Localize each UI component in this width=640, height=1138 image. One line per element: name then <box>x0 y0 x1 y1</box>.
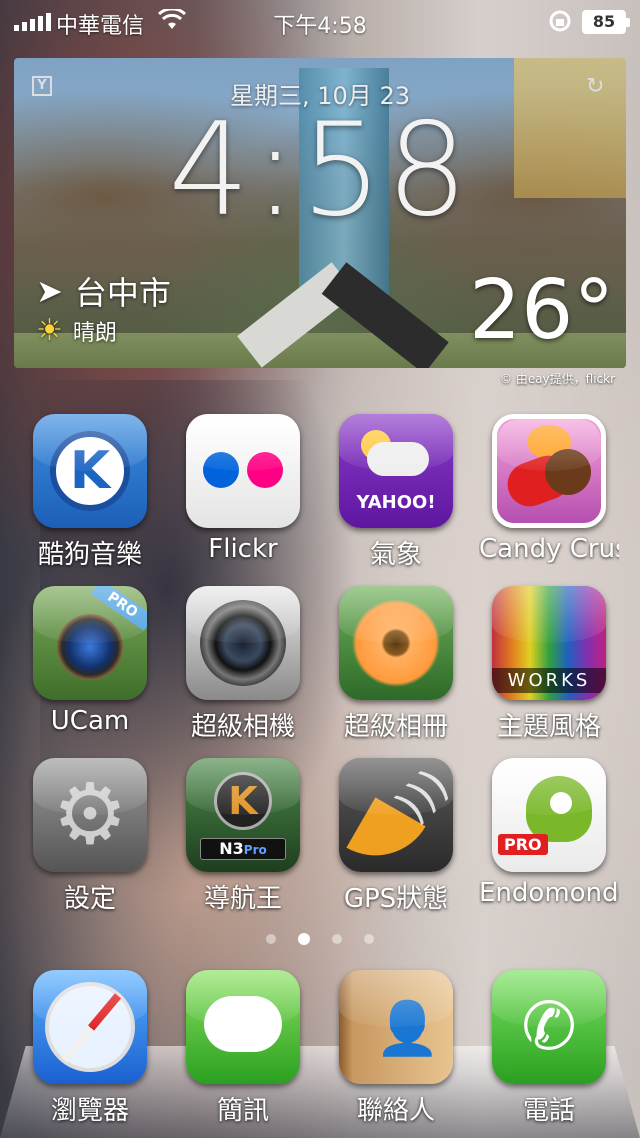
status-bar: 中華電信 下午4:58 85 <box>0 0 640 42</box>
widget-temperature: 26° <box>469 263 615 358</box>
widget-condition: ☀ 晴朗 <box>36 313 117 348</box>
works-brand-text: WORKS <box>492 668 606 693</box>
safari-browser-icon[interactable] <box>33 970 147 1084</box>
app-label: 簡訊 <box>216 1096 269 1126</box>
page-indicator[interactable] <box>0 933 640 945</box>
app-label: Candy Crus <box>479 534 619 564</box>
app-label: 電話 <box>522 1096 575 1126</box>
dock-app-browser[interactable]: 瀏覽器 <box>20 970 160 1127</box>
location-arrow-icon: ➤ <box>36 272 63 310</box>
app-candy-crush[interactable]: Candy Crus <box>479 414 619 564</box>
navking-brand-text: N3 <box>219 839 244 858</box>
app-label: UCam <box>50 706 130 736</box>
widget-clock: 4:58 <box>168 96 472 245</box>
app-label: GPS狀態 <box>343 884 449 914</box>
dock-app-messages[interactable]: 簡訊 <box>173 970 313 1127</box>
pro-badge: Pro <box>243 843 267 857</box>
app-label: 設定 <box>63 884 116 914</box>
app-label: 聯絡人 <box>356 1096 435 1126</box>
app-settings[interactable]: ⚙ 設定 <box>20 758 160 915</box>
weather-clock-widget[interactable]: Y ↻ 星期三, 10月 23 4:58 ➤ 台中市 ☀ 晴朗 26° <box>14 58 626 368</box>
themes-icon[interactable]: WORKS <box>492 586 606 700</box>
messages-icon[interactable] <box>186 970 300 1084</box>
app-flickr[interactable]: Flickr <box>173 414 313 564</box>
app-label: 超級相機 <box>190 712 295 742</box>
location-name: 台中市 <box>74 274 171 312</box>
app-gps-status[interactable]: ))) GPS狀態 <box>326 758 466 915</box>
dock-app-phone[interactable]: ✆ 電話 <box>479 970 619 1127</box>
navking-icon[interactable]: K N3Pro <box>186 758 300 872</box>
endomondo-icon[interactable]: PRO <box>492 758 606 872</box>
app-label: 主題風格 <box>496 712 601 742</box>
yahoo-weather-icon[interactable]: YAHOO! <box>339 414 453 528</box>
yahoo-brand-text: YAHOO! <box>356 492 436 513</box>
settings-icon[interactable]: ⚙ <box>33 758 147 872</box>
page-dot-active[interactable] <box>298 933 310 945</box>
super-camera-icon[interactable] <box>186 586 300 700</box>
dock-app-contacts[interactable]: 👤 聯絡人 <box>326 970 466 1127</box>
pro-badge: PRO <box>498 834 548 855</box>
app-label: 導航王 <box>203 884 282 914</box>
gps-status-icon[interactable]: ))) <box>339 758 453 872</box>
app-endomondo[interactable]: PRO Endomondo <box>479 758 619 908</box>
battery-indicator: 85 <box>582 10 630 34</box>
app-label: 瀏覽器 <box>50 1096 129 1126</box>
app-weather[interactable]: YAHOO! 氣象 <box>326 414 466 571</box>
page-dot[interactable] <box>266 934 276 944</box>
status-time: 下午4:58 <box>273 14 367 39</box>
ucam-icon[interactable]: PRO <box>33 586 147 700</box>
app-super-album[interactable]: 超級相冊 <box>326 586 466 743</box>
contacts-icon[interactable]: 👤 <box>339 970 453 1084</box>
app-label: 氣象 <box>369 540 422 570</box>
candy-crush-icon[interactable] <box>492 414 606 528</box>
condition-text: 晴朗 <box>72 320 117 346</box>
page-dot[interactable] <box>332 934 342 944</box>
super-album-icon[interactable] <box>339 586 453 700</box>
app-themes[interactable]: WORKS 主題風格 <box>479 586 619 743</box>
app-ucam[interactable]: PRO UCam <box>20 586 160 736</box>
kugou-music-icon[interactable]: K <box>33 414 147 528</box>
phone-icon[interactable]: ✆ <box>492 970 606 1084</box>
app-kugou-music[interactable]: K 酷狗音樂 <box>20 414 160 571</box>
app-super-camera[interactable]: 超級相機 <box>173 586 313 743</box>
flickr-icon[interactable] <box>186 414 300 528</box>
photo-credit: © 由eay提供，flickr <box>500 372 616 386</box>
app-label: 超級相冊 <box>343 712 448 742</box>
page-dot[interactable] <box>364 934 374 944</box>
rotation-lock-icon <box>549 10 571 32</box>
app-label: 酷狗音樂 <box>37 540 142 570</box>
pro-badge: PRO <box>90 586 147 632</box>
widget-location: ➤ 台中市 <box>36 268 171 314</box>
app-navking[interactable]: K N3Pro 導航王 <box>173 758 313 915</box>
sunny-icon: ☀ <box>36 313 63 348</box>
app-label: Endomondo <box>479 878 619 908</box>
app-label: Flickr <box>208 534 278 564</box>
